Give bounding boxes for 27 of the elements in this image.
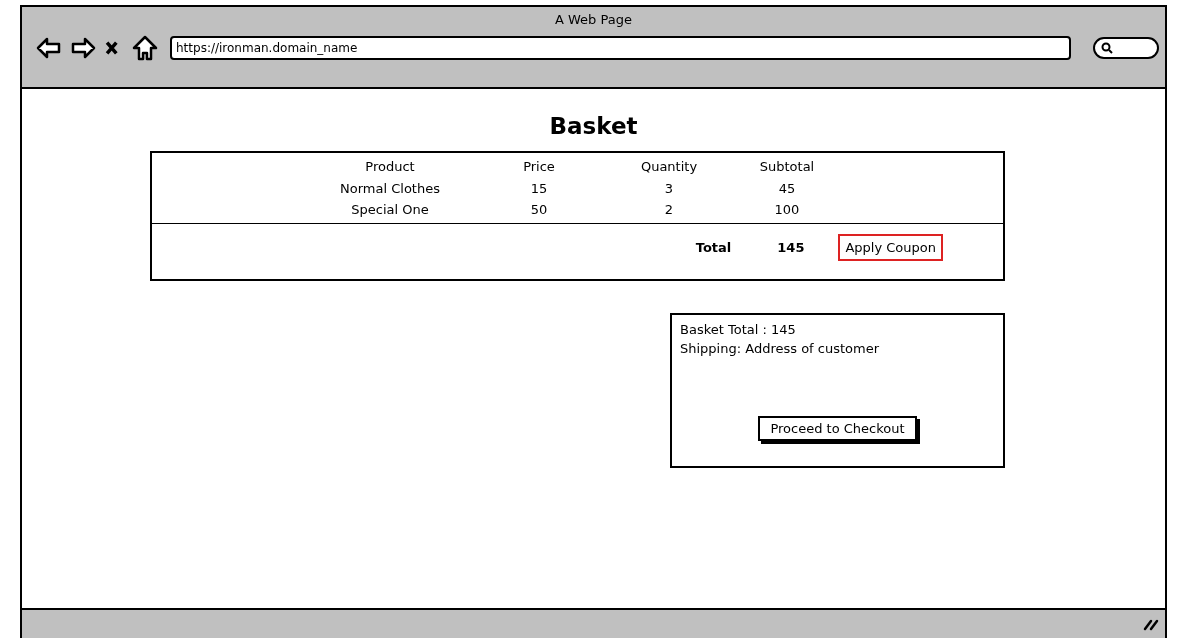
address-field[interactable]: https://ironman.domain_name (170, 36, 1071, 60)
page-heading: Basket (549, 113, 638, 139)
total-value: 145 (777, 240, 805, 255)
column-header: Product (364, 158, 416, 176)
window-title: A Web Page (555, 12, 632, 27)
apply-coupon-button[interactable]: Apply Coupon (838, 234, 943, 261)
summary-text: Shipping: Address of customer (680, 340, 880, 358)
table-cell-text: Normal Clothes (339, 179, 441, 198)
table-cell-text: 3 (663, 179, 675, 198)
forward-icon[interactable] (70, 35, 96, 61)
table-cell-text: 15 (529, 179, 549, 198)
table-cell-text: Special One (350, 201, 430, 220)
column-header: Price (522, 158, 556, 176)
table-cell-text: 2 (663, 201, 675, 220)
column-header: Subtotal (758, 158, 816, 176)
table-cell-text: 50 (529, 201, 549, 220)
table-cell-text: 45 (777, 179, 797, 198)
table-cell-text: 100 (773, 201, 801, 220)
resize-grip-icon (1143, 617, 1159, 631)
home-icon[interactable] (132, 35, 158, 61)
search-field[interactable] (1093, 37, 1159, 59)
summary-text: Basket Total : 145 (680, 321, 797, 339)
column-header: Quantity (639, 158, 699, 176)
checkout-button[interactable]: Proceed to Checkout (758, 416, 917, 441)
total-label: Total (695, 240, 732, 255)
search-icon (1101, 42, 1113, 54)
back-icon[interactable] (36, 35, 62, 61)
